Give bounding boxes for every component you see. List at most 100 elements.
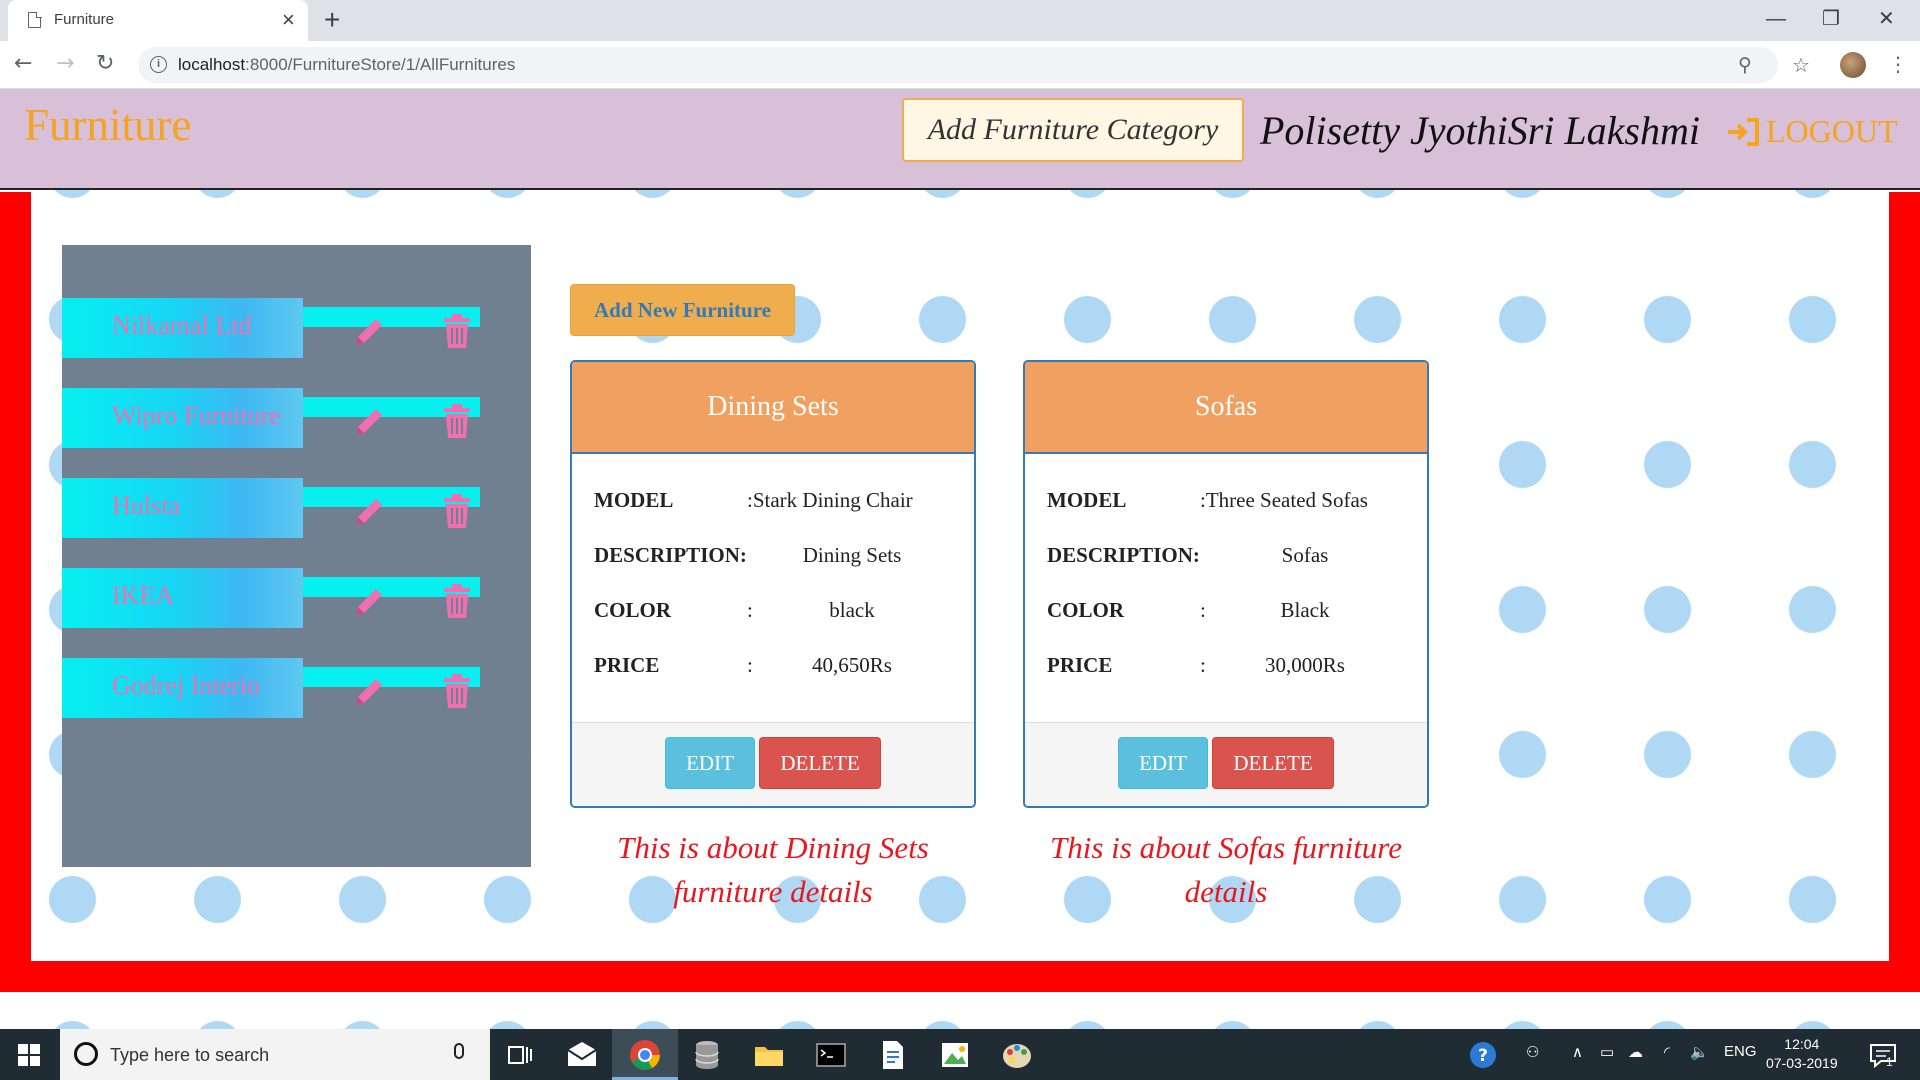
- language-indicator[interactable]: ENG: [1724, 1043, 1757, 1060]
- battery-icon[interactable]: ▭: [1600, 1043, 1614, 1061]
- description-label: DESCRIPTION:: [1047, 543, 1200, 568]
- chrome-taskbar-active[interactable]: [612, 1029, 678, 1080]
- company-link[interactable]: IKEA: [62, 568, 303, 628]
- content-frame: Nilkamal Ltd Wipro Furniture Hulsta IKEA…: [0, 192, 1920, 992]
- url-text[interactable]: localhost:8000/FurnitureStore/1/AllFurni…: [178, 55, 515, 75]
- card-caption: This is about Sofas furniture details: [1050, 830, 1402, 909]
- add-new-furniture-button[interactable]: Add New Furniture: [570, 284, 795, 336]
- price-value: 40,650Rs: [812, 653, 892, 677]
- trash-icon[interactable]: [442, 673, 472, 709]
- notification-count: 1: [1886, 1055, 1893, 1069]
- description-separator: :: [739, 543, 747, 567]
- delete-button[interactable]: DELETE: [759, 737, 881, 789]
- company-link[interactable]: Hulsta: [62, 478, 303, 538]
- description-label-text: DESCRIPTION: [1047, 543, 1193, 567]
- company-sidebar: Nilkamal Ltd Wipro Furniture Hulsta IKEA…: [62, 245, 531, 867]
- people-icon[interactable]: ⚇: [1526, 1043, 1539, 1061]
- price-value: 30,000Rs: [1265, 653, 1345, 677]
- site-info-icon[interactable]: i: [150, 56, 167, 73]
- furniture-card-sofas: Sofas MODEL :Three Seated Sofas DESCRIPT…: [1023, 360, 1429, 808]
- company-link[interactable]: Nilkamal Ltd: [62, 298, 303, 358]
- pencil-icon[interactable]: [352, 495, 386, 529]
- profile-avatar[interactable]: [1840, 52, 1866, 78]
- company-link[interactable]: Godrej Interio: [62, 658, 303, 718]
- command-prompt-icon[interactable]: [814, 1038, 848, 1072]
- mail-icon[interactable]: [565, 1038, 599, 1072]
- windows-start-icon[interactable]: [18, 1044, 40, 1066]
- forward-arrow-icon[interactable]: →: [56, 47, 74, 81]
- description-value: Sofas: [1281, 543, 1329, 567]
- database-icon[interactable]: [690, 1038, 724, 1072]
- trash-icon[interactable]: [442, 403, 472, 439]
- logout-link[interactable]: LOGOUT: [1726, 113, 1898, 150]
- window-minimize-button[interactable]: —: [1766, 4, 1786, 34]
- pencil-icon[interactable]: [352, 315, 386, 349]
- help-icon[interactable]: ?: [1466, 1038, 1500, 1072]
- svg-text:?: ?: [1478, 1046, 1488, 1066]
- task-view-icon[interactable]: [503, 1038, 537, 1072]
- color-value: Black: [1280, 598, 1330, 622]
- description-label-text: DESCRIPTION: [594, 543, 740, 567]
- paint-icon[interactable]: [1000, 1038, 1034, 1072]
- furniture-card-dining-sets: Dining Sets MODEL :Stark Dining Chair DE…: [570, 360, 976, 808]
- tray-chevron-icon[interactable]: ∧: [1572, 1043, 1583, 1061]
- description-label: DESCRIPTION:: [594, 543, 747, 568]
- pencil-icon[interactable]: [352, 675, 386, 709]
- edit-button[interactable]: EDIT: [1118, 737, 1208, 789]
- sidebar-item-hulsta: Hulsta: [62, 478, 482, 538]
- url-host: localhost: [178, 55, 246, 74]
- logout-label: LOGOUT: [1766, 113, 1898, 149]
- browser-tab[interactable]: Furniture ×: [8, 0, 308, 41]
- notification-center-icon[interactable]: [1866, 1038, 1900, 1072]
- card-title: Sofas: [1025, 362, 1427, 454]
- microphone-icon[interactable]: [454, 1043, 464, 1059]
- description-row: DESCRIPTION: Dining Sets: [572, 543, 974, 598]
- window-close-button[interactable]: ✕: [1878, 4, 1895, 34]
- color-row: COLOR : Black: [1025, 598, 1427, 653]
- pencil-icon[interactable]: [352, 405, 386, 439]
- taskbar-clock[interactable]: 12:04 07-03-2019: [1766, 1035, 1838, 1073]
- address-bar[interactable]: i localhost:8000/FurnitureStore/1/AllFur…: [138, 47, 1778, 83]
- price-row: PRICE : 30,000Rs: [1025, 653, 1427, 708]
- pencil-icon[interactable]: [352, 585, 386, 619]
- cortana-icon: [74, 1042, 98, 1066]
- zoom-icon[interactable]: ⚲: [1738, 51, 1752, 79]
- search-placeholder: Type here to search: [110, 1045, 270, 1065]
- document-icon[interactable]: [876, 1038, 910, 1072]
- model-value: :Stark Dining Chair: [747, 488, 913, 512]
- page-viewport: Furniture Add Furniture Category Poliset…: [0, 89, 1920, 1029]
- trash-icon[interactable]: [442, 493, 472, 529]
- reload-icon[interactable]: ↻: [96, 47, 114, 81]
- wifi-icon[interactable]: ◜: [1664, 1043, 1670, 1061]
- file-explorer-icon[interactable]: [752, 1038, 786, 1072]
- back-arrow-icon[interactable]: ←: [14, 47, 32, 81]
- onedrive-icon[interactable]: ☁: [1628, 1043, 1643, 1061]
- card-title: Dining Sets: [572, 362, 974, 454]
- new-tab-button[interactable]: +: [324, 3, 340, 37]
- browser-menu-icon[interactable]: ⋮: [1888, 47, 1908, 81]
- image-viewer-icon[interactable]: [938, 1038, 972, 1072]
- taskbar-search-box[interactable]: Type here to search: [60, 1029, 490, 1080]
- bookmark-star-icon[interactable]: ☆: [1792, 48, 1810, 82]
- trash-icon[interactable]: [442, 313, 472, 349]
- delete-button[interactable]: DELETE: [1212, 737, 1334, 789]
- clock-date: 07-03-2019: [1766, 1055, 1838, 1071]
- browser-toolbar: ← → ↻ i localhost:8000/FurnitureStore/1/…: [0, 41, 1920, 89]
- login-arrow-icon: [1728, 117, 1759, 146]
- volume-icon[interactable]: 🔈: [1690, 1043, 1709, 1061]
- description-separator: :: [1192, 543, 1200, 567]
- add-furniture-category-button[interactable]: Add Furniture Category: [902, 98, 1244, 162]
- model-label: MODEL: [1047, 488, 1127, 512]
- card-caption: This is about Dining Sets furniture deta…: [617, 830, 929, 909]
- edit-button[interactable]: EDIT: [665, 737, 755, 789]
- trash-icon[interactable]: [442, 583, 472, 619]
- sidebar-item-ikea: IKEA: [62, 568, 482, 628]
- card-footer: EDIT DELETE: [1025, 722, 1427, 806]
- company-link[interactable]: Wipro Furniture: [62, 388, 303, 448]
- tab-close-icon[interactable]: ×: [282, 6, 295, 34]
- sidebar-item-wipro: Wipro Furniture: [62, 388, 482, 448]
- description-value: Dining Sets: [802, 543, 902, 567]
- window-restore-button[interactable]: ❐: [1822, 4, 1840, 34]
- brand-title[interactable]: Furniture: [24, 99, 191, 151]
- site-navbar: Furniture Add Furniture Category Poliset…: [0, 89, 1920, 190]
